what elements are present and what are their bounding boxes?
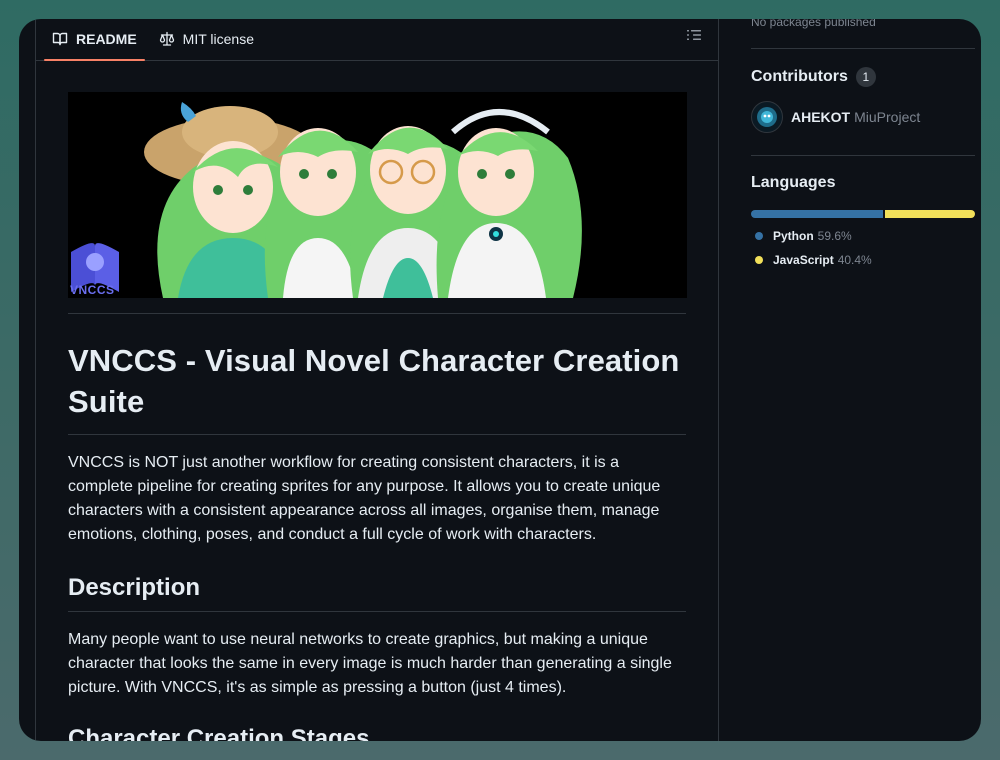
list-icon	[686, 27, 702, 48]
repo-sidebar: No packages published Contributors 1 AHE…	[751, 19, 975, 741]
banner-logo-text: VNCCS	[70, 283, 115, 297]
contributors-title[interactable]: Contributors 1	[751, 67, 975, 87]
description-paragraph: Many people want to use neural networks …	[68, 631, 672, 696]
packages-text: No packages published	[751, 19, 876, 29]
language-percent: 59.6%	[817, 229, 852, 243]
languages-title: Languages	[751, 174, 836, 191]
page-title: VNCCS - Visual Novel Character Creation …	[68, 340, 686, 435]
language-percent: 40.4%	[837, 253, 872, 267]
readme-panel: README MIT license VNCCS VNCCS - Visual …	[35, 19, 719, 741]
language-bar-javascript[interactable]	[885, 210, 975, 218]
tab-readme[interactable]: README	[44, 19, 145, 61]
language-item-javascript[interactable]: JavaScript 40.4%	[751, 253, 975, 267]
python-color-dot	[755, 232, 763, 240]
readme-body: VNCCS VNCCS - Visual Novel Character Cre…	[36, 61, 718, 741]
language-bar-python[interactable]	[751, 210, 884, 218]
contributor-name: MiuProject	[854, 109, 921, 125]
language-name: JavaScript	[773, 253, 834, 267]
description-heading: Description	[68, 573, 686, 612]
readme-tabs: README MIT license	[36, 19, 718, 61]
avatar[interactable]	[751, 101, 783, 133]
contributor-item[interactable]: AHEKOT MiuProject	[751, 101, 975, 133]
contributors-count: 1	[855, 67, 876, 87]
tab-readme-label: README	[76, 31, 137, 47]
tab-license-label: MIT license	[182, 31, 254, 47]
stages-heading: Character Creation Stages	[68, 725, 370, 741]
tab-license[interactable]: MIT license	[151, 19, 262, 60]
sidebar-divider	[751, 155, 975, 156]
contributors-label: Contributors	[751, 68, 848, 85]
language-name: Python	[773, 229, 814, 243]
sidebar-divider	[751, 48, 975, 49]
language-item-python[interactable]: Python 59.6%	[751, 229, 975, 243]
outline-button[interactable]	[684, 27, 704, 47]
javascript-color-dot	[755, 256, 763, 264]
window: README MIT license VNCCS VNCCS - Visual …	[19, 19, 981, 741]
contributors-section: Contributors 1 AHEKOT MiuProject	[751, 67, 975, 133]
divider	[68, 313, 686, 314]
intro-paragraph: VNCCS is NOT just another workflow for c…	[68, 454, 661, 543]
language-bar	[751, 210, 975, 218]
book-icon	[52, 31, 68, 47]
contributor-login[interactable]: AHEKOT	[791, 109, 850, 125]
languages-section: Languages Python 59.6% JavaScript 40.4%	[751, 174, 975, 267]
scale-icon	[159, 31, 175, 47]
banner-image: VNCCS	[68, 92, 687, 298]
